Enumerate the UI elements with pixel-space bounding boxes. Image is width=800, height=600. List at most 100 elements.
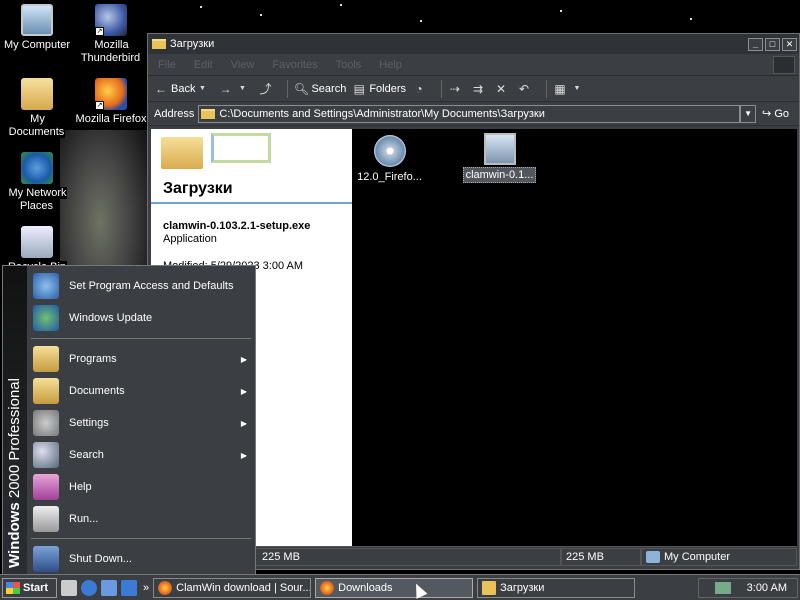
task-downloads[interactable]: Downloads	[315, 577, 474, 598]
desktop-icon-label: My Documents	[8, 113, 66, 138]
start-menu-items: Set Program Access and Defaults Windows …	[27, 266, 255, 574]
desktop-icon-my-documents[interactable]: My Documents	[0, 78, 74, 139]
run-icon	[33, 506, 59, 532]
folders-label: Folders	[369, 82, 407, 95]
folders-button[interactable]: ▤ Folders	[352, 82, 406, 96]
file-item[interactable]: 12.0_Firefo...	[352, 135, 427, 183]
back-label: Back	[171, 82, 196, 95]
toolbar-separator	[546, 79, 548, 98]
delete-button[interactable]: ✕	[494, 82, 511, 96]
submenu-arrow-icon: ▶	[240, 354, 247, 364]
wallpaper-star	[690, 18, 692, 20]
task-clamwin-download[interactable]: ClamWin download | Sour...	[153, 577, 312, 598]
recycle-bin-icon	[21, 226, 53, 258]
banner-brand: Windows	[6, 502, 23, 568]
program-access-icon	[33, 273, 59, 299]
desktop-icon-network-places[interactable]: My Network Places	[0, 152, 74, 213]
up-folder-button[interactable]: ⤴	[258, 82, 275, 96]
minimize-button[interactable]: _	[748, 37, 763, 51]
menu-bar: File Edit View Favorites Tools Help	[148, 54, 799, 76]
menu-edit[interactable]: Edit	[194, 59, 213, 71]
move-to-button[interactable]: ⇢	[448, 82, 465, 96]
wallpaper-star	[420, 20, 422, 22]
help-icon	[33, 474, 59, 500]
views-button[interactable]: ▦ ▼	[553, 82, 587, 96]
toolbar-separator	[441, 79, 443, 98]
show-desktop-icon[interactable]	[61, 579, 77, 596]
file-list[interactable]: 12.0_Firefo... clamwin-0.1...	[352, 129, 797, 547]
menu-file[interactable]: File	[158, 59, 176, 71]
start-item-settings[interactable]: Settings ▶	[27, 407, 255, 439]
network-tray-icon[interactable]	[714, 581, 731, 594]
start-item-label: Search	[69, 449, 104, 461]
delete-icon: ✕	[495, 81, 507, 96]
window-title: Загрузки	[170, 38, 215, 50]
go-button[interactable]: ↪ Go	[762, 107, 789, 120]
start-item-run[interactable]: Run...	[27, 503, 255, 535]
my-documents-icon	[21, 78, 53, 110]
start-menu: Windows 2000 Professional Set Program Ac…	[2, 265, 256, 575]
network-places-icon	[21, 152, 53, 184]
start-item-shut-down[interactable]: Shut Down...	[27, 543, 255, 575]
start-item-label: Settings	[69, 417, 109, 429]
search-label: Search	[311, 82, 347, 95]
history-button[interactable]: ◔	[412, 82, 429, 96]
address-value: C:\Documents and Settings\Administrator\…	[219, 107, 545, 120]
maximize-button[interactable]: □	[765, 37, 780, 51]
submenu-arrow-icon: ▶	[240, 450, 247, 460]
start-item-help[interactable]: Help	[27, 471, 255, 503]
start-item-documents[interactable]: Documents ▶	[27, 375, 255, 407]
desktop-icon-firefox[interactable]: ↗ Mozilla Firefox	[74, 78, 148, 126]
desktop-icon-label: Mozilla Thunderbird	[80, 39, 142, 64]
file-item-label: 12.0_Firefo...	[357, 171, 422, 183]
file-item[interactable]: clamwin-0.1...	[462, 133, 537, 183]
banner-text: Windows 2000 Professional	[6, 378, 23, 568]
setup-exe-icon	[483, 133, 516, 165]
start-menu-banner: Windows 2000 Professional	[3, 266, 27, 574]
start-menu-separator	[31, 538, 251, 539]
start-item-search[interactable]: Search ▶	[27, 439, 255, 471]
menu-tools[interactable]: Tools	[336, 59, 362, 71]
firefox-icon	[158, 580, 173, 595]
address-dropdown-button[interactable]: ▼	[740, 104, 757, 123]
firefox-icon	[320, 580, 335, 595]
computer-icon	[646, 550, 660, 563]
start-item-label: Shut Down...	[69, 553, 132, 565]
start-item-windows-update[interactable]: Windows Update	[27, 302, 255, 334]
address-input[interactable]: C:\Documents and Settings\Administrator\…	[198, 104, 741, 123]
undo-icon: ↶	[518, 81, 530, 96]
desktop-icon-label: My Network Places	[7, 187, 67, 212]
selected-file-type: Application	[163, 233, 217, 245]
address-bar: Address C:\Documents and Settings\Admini…	[148, 102, 799, 126]
folders-icon: ▤	[353, 81, 365, 96]
ie-icon[interactable]	[81, 579, 97, 596]
task-zagruzki[interactable]: Загрузки	[477, 577, 636, 598]
media-player-icon[interactable]	[121, 579, 137, 596]
info-pane-header: Загрузки	[151, 129, 352, 204]
menu-favorites[interactable]: Favorites	[272, 59, 317, 71]
desktop-icon-label: Mozilla Firefox	[74, 113, 148, 125]
menu-help[interactable]: Help	[379, 59, 402, 71]
search-icon: 🔍︎	[293, 81, 310, 96]
firefox-icon: ↗	[95, 78, 127, 110]
start-button[interactable]: Start	[2, 577, 57, 598]
up-folder-icon: ⤴	[259, 82, 272, 96]
search-button[interactable]: 🔍︎ Search	[294, 82, 346, 96]
outlook-icon[interactable]	[101, 579, 117, 596]
menu-view[interactable]: View	[231, 59, 255, 71]
thunderbird-icon: ↗	[95, 4, 127, 36]
system-tray: 3:00 AM	[698, 577, 798, 598]
copy-to-button[interactable]: ⇉	[471, 82, 488, 96]
desktop-icon-my-computer[interactable]: My Computer	[0, 4, 74, 52]
window-titlebar[interactable]: Загрузки _ □ ✕	[148, 34, 799, 54]
desktop-icon-thunderbird[interactable]: ↗ Mozilla Thunderbird	[74, 4, 148, 65]
undo-button[interactable]: ↶	[517, 82, 534, 96]
forward-button[interactable]: → ▼	[218, 82, 252, 96]
start-item-programs[interactable]: Programs ▶	[27, 343, 255, 375]
back-button[interactable]: ← Back ▼	[154, 82, 212, 96]
start-item-program-access[interactable]: Set Program Access and Defaults	[27, 270, 255, 302]
start-item-label: Windows Update	[69, 312, 153, 324]
close-button[interactable]: ✕	[782, 37, 797, 51]
quicklaunch-overflow-icon[interactable]: »	[143, 582, 149, 594]
go-label: Go	[774, 108, 789, 120]
